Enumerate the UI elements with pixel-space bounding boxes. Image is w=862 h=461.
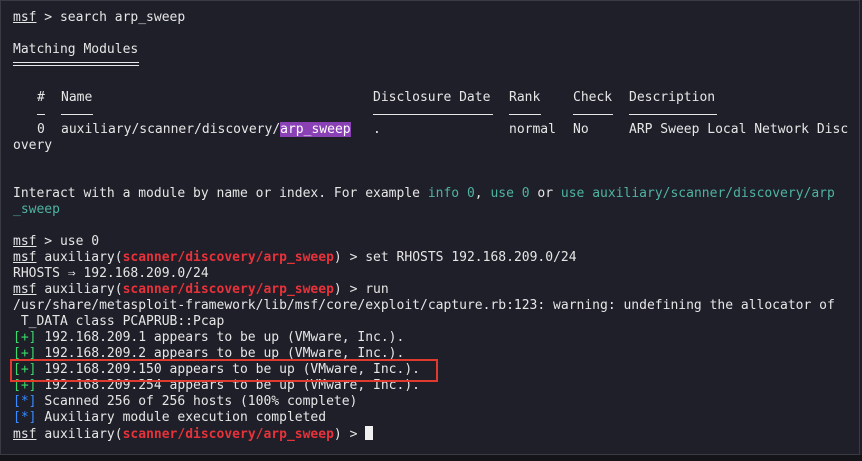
text-cursor <box>365 426 374 440</box>
heading-underline <box>13 62 139 66</box>
completion-line: [*] Auxiliary module execution completed <box>13 410 327 425</box>
warning-line: /usr/share/metasploit-framework/lib/msf/… <box>13 298 835 313</box>
annotation-highlight-box <box>10 359 438 382</box>
header-rule <box>61 114 93 115</box>
matching-modules-heading: Matching Modules <box>13 42 139 57</box>
header-rule <box>629 114 717 115</box>
header-rule <box>373 114 493 115</box>
header-date: Disclosure Date <box>373 90 491 105</box>
host-up-line: [+] 192.168.209.1 appears to be up (VMwa… <box>13 330 405 345</box>
prompt-msf: msf <box>13 10 37 25</box>
row-check: No <box>573 122 589 137</box>
row-num: 0 <box>37 122 45 137</box>
info-marker: [*] <box>13 410 37 425</box>
header-description: Description <box>629 90 716 105</box>
header-num: # <box>37 90 45 105</box>
terminal-window[interactable]: msf > search arp_sweep Matching Modules … <box>0 0 860 455</box>
scan-status-line: [*] Scanned 256 of 256 hosts (100% compl… <box>13 394 358 409</box>
header-rule <box>573 114 613 115</box>
row-description: ARP Sweep Local Network Disc <box>629 122 849 137</box>
hint-use0: use 0 <box>490 186 530 201</box>
success-marker: [+] <box>13 330 37 345</box>
prompt-line-run: msf auxiliary(scanner/discovery/arp_swee… <box>13 282 389 297</box>
header-rule <box>37 114 45 115</box>
header-check: Check <box>573 90 613 105</box>
command-text: search arp_sweep <box>59 10 186 25</box>
rhosts-output: RHOSTS ⇒ 192.168.209.0/24 <box>13 266 209 281</box>
interact-hint-wrap: _sweep <box>13 202 60 217</box>
hint-info0: info 0 <box>427 186 475 201</box>
row-name[interactable]: auxiliary/scanner/discovery/arp_sweep <box>61 122 351 138</box>
header-rule <box>509 114 541 115</box>
warning-line-wrap: T_DATA class PCAPRUB::Pcap <box>13 314 225 329</box>
search-highlight: arp_sweep <box>280 122 351 137</box>
window-bottom-edge <box>0 455 862 461</box>
module-name: scanner/discovery/arp_sweep <box>122 250 334 265</box>
info-marker: [*] <box>13 394 37 409</box>
prompt-line-set: msf auxiliary(scanner/discovery/arp_swee… <box>13 250 577 265</box>
interact-hint: Interact with a module by name or index.… <box>13 186 835 201</box>
row-date: . <box>373 122 381 137</box>
row-description-wrap: overy <box>13 138 53 153</box>
row-rank: normal <box>509 122 556 137</box>
hint-use-path: use auxiliary/scanner/discovery/arp <box>560 186 835 201</box>
header-rank: Rank <box>509 90 541 105</box>
prompt-line-current[interactable]: msf auxiliary(scanner/discovery/arp_swee… <box>13 426 374 442</box>
header-name: Name <box>61 90 93 105</box>
prompt-line-use: msf > use 0 <box>13 234 100 249</box>
prompt-line-search: msf > search arp_sweep <box>13 10 186 25</box>
